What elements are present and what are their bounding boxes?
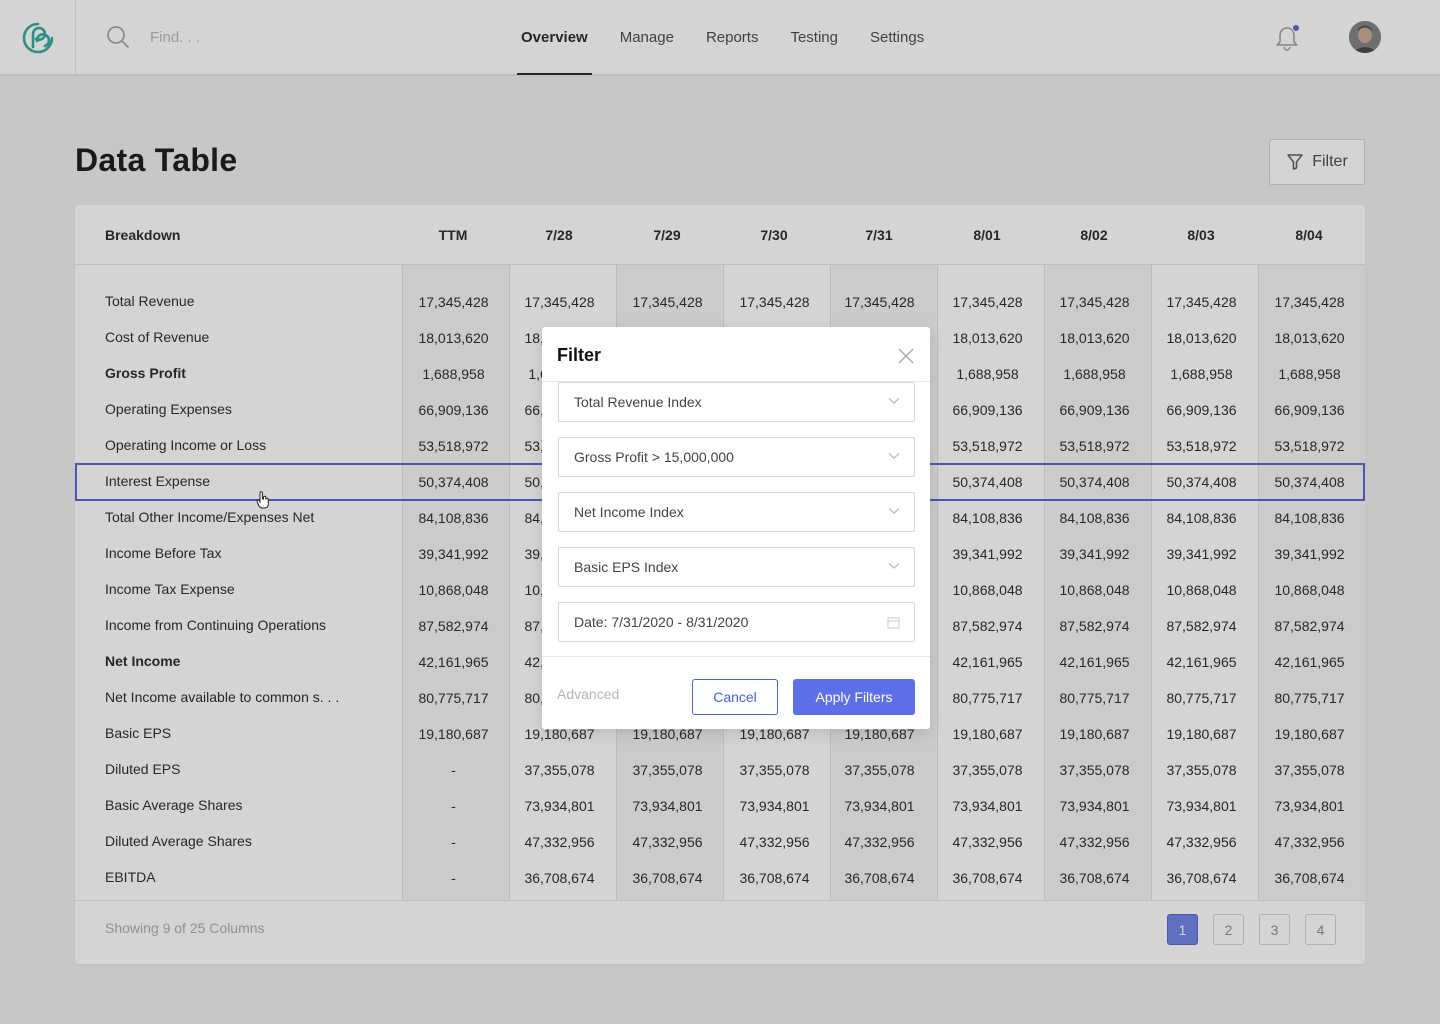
chevron-down-icon	[888, 508, 900, 514]
filter-select-value: Basic EPS Index	[574, 559, 679, 575]
filter-select-value: Net Income Index	[574, 504, 684, 520]
filter-select-net-income[interactable]: Net Income Index	[558, 492, 915, 532]
calendar-icon	[887, 617, 900, 629]
close-icon[interactable]	[896, 346, 916, 366]
filter-select-revenue[interactable]: Total Revenue Index	[558, 382, 915, 422]
filter-dialog: Filter Total Revenue Index Gross Profit …	[542, 327, 930, 729]
filter-select-value: Gross Profit > 15,000,000	[574, 449, 734, 465]
chevron-down-icon	[888, 563, 900, 569]
dialog-title: Filter	[557, 345, 602, 365]
chevron-down-icon	[888, 398, 900, 404]
dialog-footer: Advanced Cancel Apply Filters	[542, 657, 930, 729]
advanced-link[interactable]: Advanced	[557, 686, 619, 702]
dialog-body: Total Revenue Index Gross Profit > 15,00…	[542, 381, 930, 657]
date-range-value: Date: 7/31/2020 - 8/31/2020	[574, 614, 749, 630]
hand-cursor-icon	[256, 491, 269, 509]
chevron-down-icon	[888, 453, 900, 459]
filter-select-value: Total Revenue Index	[574, 394, 702, 410]
date-range-field[interactable]: Date: 7/31/2020 - 8/31/2020	[558, 602, 915, 642]
apply-filters-button[interactable]: Apply Filters	[793, 679, 915, 715]
filter-select-basic-eps[interactable]: Basic EPS Index	[558, 547, 915, 587]
cancel-button[interactable]: Cancel	[692, 679, 778, 715]
filter-select-gross-profit[interactable]: Gross Profit > 15,000,000	[558, 437, 915, 477]
